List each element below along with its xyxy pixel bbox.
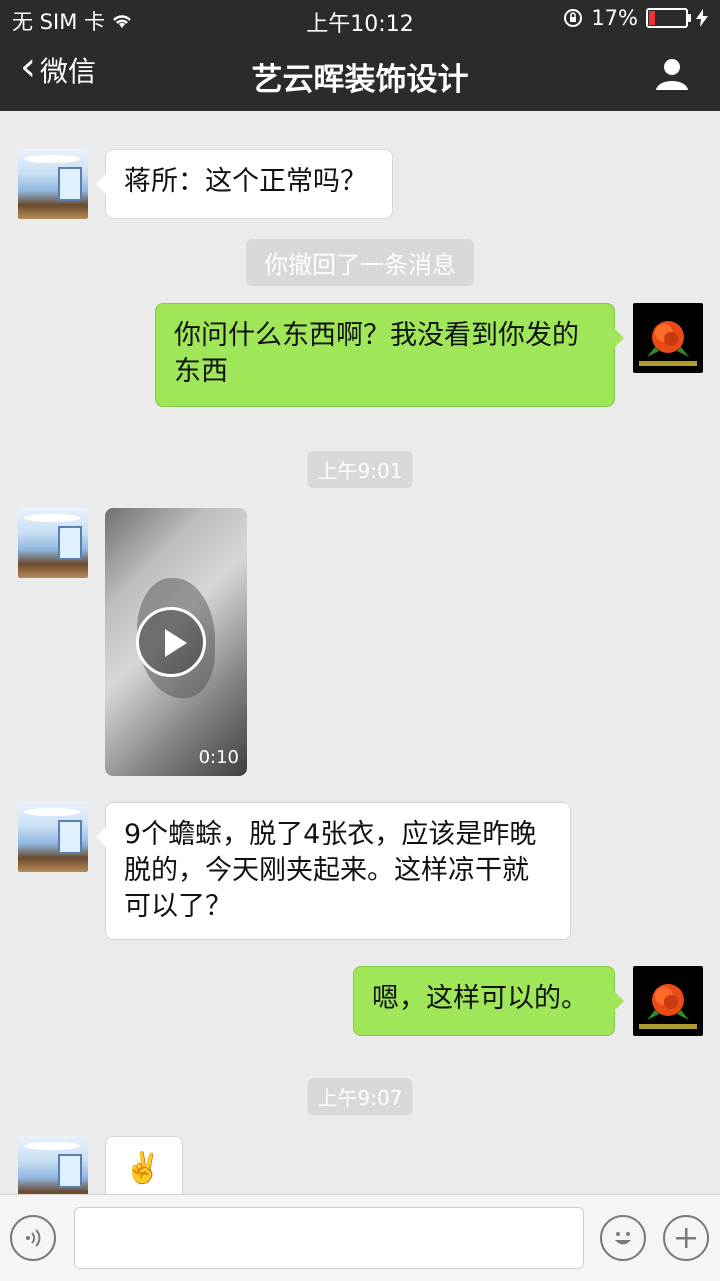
message-bubble-sent[interactable]: 嗯，这样可以的。: [353, 966, 624, 1036]
play-icon[interactable]: [136, 607, 206, 677]
video-message[interactable]: 0:10: [105, 508, 247, 776]
voice-icon: [26, 1229, 41, 1247]
message-input[interactable]: [74, 1207, 584, 1269]
voice-button[interactable]: [10, 1215, 56, 1261]
bolt-icon: [696, 9, 708, 27]
battery-icon: [646, 8, 691, 28]
video-duration: 0:10: [198, 747, 239, 768]
input-bar: [0, 1194, 720, 1281]
rotation-lock-icon: [564, 9, 583, 27]
chat-area[interactable]: 蒋所：这个正常吗？ 你撤回了一条消息 你问什么东西啊？我没看到你发的东西 上午9…: [0, 111, 720, 1194]
person-icon[interactable]: [654, 56, 690, 92]
contact-avatar[interactable]: [18, 1136, 88, 1194]
smiley-icon: [615, 1232, 631, 1245]
contact-avatar[interactable]: [18, 508, 88, 578]
message-bubble-received[interactable]: 9个蟾蜍，脱了4张衣，应该是昨晚脱的，今天刚夹起来。这样凉干就可以了？: [96, 802, 571, 940]
time-chip: 上午9:01: [307, 451, 413, 488]
battery-percent: 17%: [591, 6, 638, 30]
status-bar: 无 SIM 卡 上午10:12 17%: [0, 0, 720, 37]
status-right: 17%: [563, 6, 708, 30]
emoji-button[interactable]: [600, 1215, 646, 1261]
user-avatar[interactable]: [633, 303, 703, 373]
plus-icon: [676, 1228, 696, 1248]
nav-bar: ‹ 微信 艺云晖装饰设计: [0, 36, 720, 111]
top-bar: 无 SIM 卡 上午10:12 17% ‹ 微信 艺云晖装饰设计: [0, 0, 720, 111]
contact-avatar[interactable]: [18, 149, 88, 219]
victory-hand-emoji: ✌️: [124, 1151, 162, 1186]
rose-image: [639, 984, 697, 1029]
emoji-message[interactable]: ✌️: [105, 1136, 183, 1194]
rose-image: [639, 321, 697, 366]
user-avatar[interactable]: [633, 966, 703, 1036]
message-bubble-sent[interactable]: 你问什么东西啊？我没看到你发的东西: [155, 303, 624, 407]
contact-avatar[interactable]: [18, 802, 88, 872]
time-chip: 上午9:07: [307, 1078, 413, 1115]
message-bubble-received[interactable]: 蒋所：这个正常吗？: [96, 149, 393, 219]
recall-notice: 你撤回了一条消息: [246, 239, 474, 286]
more-button[interactable]: [663, 1215, 709, 1261]
chat-title: 艺云晖装饰设计: [251, 62, 469, 98]
